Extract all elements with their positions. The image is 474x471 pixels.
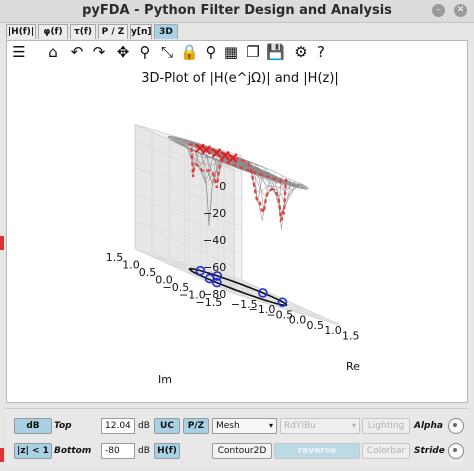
- stride-label: Stride: [414, 446, 445, 456]
- chevron-down-icon: ▾: [268, 421, 273, 430]
- controls-panel: dB Top 12.04 dB UC P/Z Mesh ▾ RdYlBu ▾ L…: [6, 408, 468, 469]
- contour2d-button[interactable]: Contour2D: [212, 443, 272, 459]
- lock-icon[interactable]: 🔒: [180, 43, 199, 61]
- colormap-value: RdYlBu: [284, 421, 316, 431]
- unit-circle-button[interactable]: UC: [154, 418, 180, 434]
- minimize-icon[interactable]: –: [432, 4, 445, 17]
- bottom-input[interactable]: -80: [101, 443, 135, 459]
- window-title: pyFDA - Python Filter Design and Analysi…: [82, 3, 392, 18]
- plot-toolbar: ☰ ⌂ ↶ ↷ ✥ ⚲ ⤡ 🔒 ⚲ ▦ ❐ 💾 ⚙?: [8, 43, 348, 63]
- colorbar-button[interactable]: Colorbar: [362, 443, 410, 459]
- lighting-button[interactable]: Lighting: [362, 418, 410, 434]
- bottom-unit: dB: [138, 446, 150, 456]
- show-hf-button[interactable]: H(f): [154, 443, 180, 459]
- colormap-select[interactable]: RdYlBu ▾: [280, 418, 360, 434]
- tab-magnitude[interactable]: |H(f)|: [6, 24, 36, 39]
- stride-dial[interactable]: [448, 443, 464, 459]
- title-bar: pyFDA - Python Filter Design and Analysi…: [0, 0, 474, 23]
- tab-pole-zero[interactable]: P / Z: [98, 24, 128, 39]
- help-icon[interactable]: ?: [312, 43, 330, 61]
- db-toggle-button[interactable]: dB: [14, 418, 52, 434]
- pole-zero-button[interactable]: P/Z: [183, 418, 209, 434]
- top-label: Top: [54, 421, 72, 431]
- chevron-down-icon: ▾: [351, 421, 356, 430]
- splitter-handle[interactable]: [0, 236, 4, 250]
- alpha-dial[interactable]: [448, 418, 464, 434]
- reverse-button[interactable]: reverse: [274, 443, 360, 459]
- splitter-handle-lower[interactable]: [0, 448, 4, 462]
- tab-impulse[interactable]: y[n]: [130, 24, 152, 39]
- zoom-icon[interactable]: ⚲: [136, 43, 154, 61]
- settings-icon[interactable]: ⚙: [292, 43, 310, 61]
- bottom-label: Bottom: [54, 446, 92, 456]
- tab-3d[interactable]: 3D: [154, 24, 178, 39]
- plot-type-value: Mesh: [216, 421, 240, 431]
- redo-icon[interactable]: ↷: [90, 43, 108, 61]
- pan-icon[interactable]: ✥: [114, 43, 132, 61]
- plot-canvas-frame: [6, 40, 468, 403]
- alpha-label: Alpha: [414, 421, 443, 431]
- save-icon[interactable]: 💾: [266, 43, 285, 61]
- top-input[interactable]: 12.04: [101, 418, 135, 434]
- zlim-mode-button[interactable]: |z| < 1: [14, 443, 52, 459]
- grid-icon[interactable]: ▦: [222, 43, 240, 61]
- menu-icon[interactable]: ☰: [10, 43, 28, 61]
- copy-icon[interactable]: ❐: [244, 43, 262, 61]
- tab-group-delay[interactable]: τ(f): [70, 24, 96, 39]
- close-icon[interactable]: ✕: [454, 4, 467, 17]
- tab-phase[interactable]: φ(f): [38, 24, 68, 39]
- plot-type-select[interactable]: Mesh ▾: [212, 418, 277, 434]
- top-unit: dB: [138, 421, 150, 431]
- home-icon[interactable]: ⌂: [44, 43, 62, 61]
- zoom-full-icon[interactable]: ⤡: [158, 43, 176, 61]
- undo-icon[interactable]: ↶: [68, 43, 86, 61]
- marker-icon[interactable]: ⚲: [202, 43, 220, 61]
